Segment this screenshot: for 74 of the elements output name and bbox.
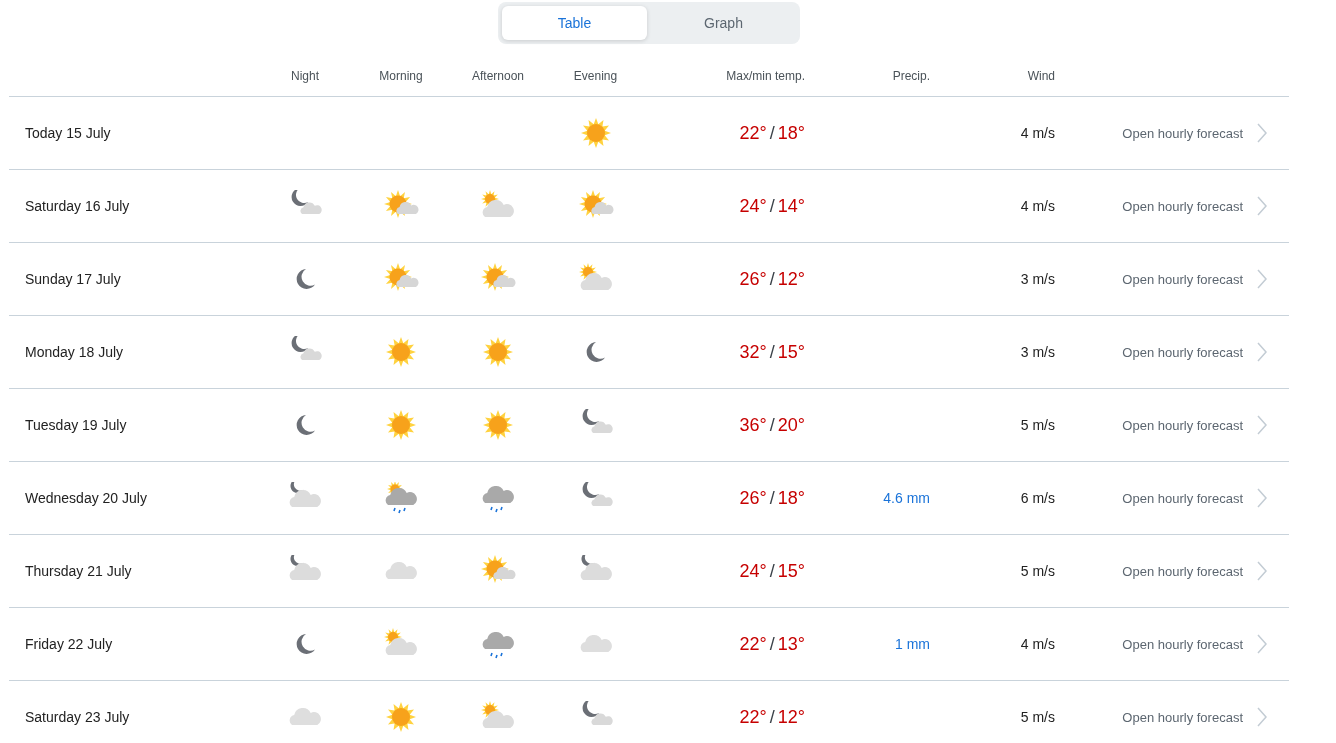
max-temperature: 22°: [739, 122, 767, 144]
hourly-forecast-link[interactable]: Open hourly forecast: [1122, 271, 1243, 287]
max-temperature: 36°: [739, 414, 767, 436]
precipitation-value: 1 mm: [895, 636, 930, 652]
chevron-right-icon[interactable]: [1257, 488, 1267, 508]
day-label: Monday 18 July: [24, 344, 125, 360]
chevron-right-icon[interactable]: [1257, 196, 1267, 216]
temperature-separator: /: [769, 268, 775, 290]
min-temperature: 14°: [777, 195, 805, 217]
column-header: Morning: [378, 69, 424, 83]
day-label: Saturday 23 July: [24, 709, 131, 725]
chevron-right-icon[interactable]: [1257, 415, 1267, 435]
min-temperature: 18°: [777, 122, 805, 144]
max-temperature: 26°: [739, 268, 767, 290]
min-temperature: 12°: [777, 268, 805, 290]
max-temperature: 26°: [739, 487, 767, 509]
wind-speed: 6 m/s: [1020, 490, 1055, 506]
max-temperature: 32°: [739, 341, 767, 363]
chevron-right-icon[interactable]: [1257, 342, 1267, 362]
max-temperature: 24°: [739, 560, 767, 582]
wind-speed: 5 m/s: [1020, 563, 1055, 579]
temperature-separator: /: [769, 414, 775, 436]
max-temperature: 22°: [739, 706, 767, 728]
temperature-separator: /: [769, 341, 775, 363]
wind-speed: 3 m/s: [1020, 344, 1055, 360]
day-label: Tuesday 19 July: [24, 417, 128, 433]
wind-speed: 3 m/s: [1020, 271, 1055, 287]
view-tab[interactable]: Table: [502, 6, 647, 40]
day-label: Friday 22 July: [24, 636, 114, 652]
day-label: Saturday 16 July: [24, 198, 131, 214]
chevron-right-icon[interactable]: [1257, 269, 1267, 289]
column-header: Afternoon: [470, 69, 525, 83]
hourly-forecast-link[interactable]: Open hourly forecast: [1122, 417, 1243, 433]
hourly-forecast-link[interactable]: Open hourly forecast: [1122, 563, 1243, 579]
column-header: Night: [290, 69, 320, 83]
hourly-forecast-link[interactable]: Open hourly forecast: [1122, 636, 1243, 652]
column-header: Evening: [572, 69, 619, 83]
hourly-forecast-link[interactable]: Open hourly forecast: [1122, 709, 1243, 725]
day-label: Thursday 21 July: [24, 563, 133, 579]
day-label: Sunday 17 July: [24, 271, 122, 287]
wind-speed: 4 m/s: [1020, 125, 1055, 141]
hourly-forecast-link[interactable]: Open hourly forecast: [1122, 344, 1243, 360]
day-label: Today 15 July: [24, 125, 112, 141]
wind-speed: 5 m/s: [1020, 417, 1055, 433]
hourly-forecast-link[interactable]: Open hourly forecast: [1122, 198, 1243, 214]
precipitation-value: 4.6 mm: [883, 490, 930, 506]
hourly-forecast-link[interactable]: Open hourly forecast: [1122, 490, 1243, 506]
temperature-separator: /: [769, 706, 775, 728]
min-temperature: 12°: [777, 706, 805, 728]
column-header: Precip.: [891, 69, 930, 83]
max-temperature: 22°: [739, 633, 767, 655]
temperature-separator: /: [769, 633, 775, 655]
temperature-separator: /: [769, 195, 775, 217]
min-temperature: 15°: [777, 560, 805, 582]
hourly-forecast-link[interactable]: Open hourly forecast: [1122, 125, 1243, 141]
view-tab[interactable]: Graph: [651, 6, 796, 40]
min-temperature: 18°: [777, 487, 805, 509]
temperature-separator: /: [769, 560, 775, 582]
day-label: Wednesday 20 July: [24, 490, 148, 506]
wind-speed: 5 m/s: [1020, 709, 1055, 725]
chevron-right-icon[interactable]: [1257, 123, 1267, 143]
min-temperature: 13°: [777, 633, 805, 655]
temperature-separator: /: [769, 122, 775, 144]
min-temperature: 15°: [777, 341, 805, 363]
column-header: Max/min temp.: [725, 69, 806, 83]
wind-speed: 4 m/s: [1020, 636, 1055, 652]
temperature-separator: /: [769, 487, 775, 509]
column-header: Wind: [1026, 69, 1055, 83]
min-temperature: 20°: [777, 414, 805, 436]
chevron-right-icon[interactable]: [1257, 707, 1267, 727]
max-temperature: 24°: [739, 195, 767, 217]
chevron-right-icon[interactable]: [1257, 561, 1267, 581]
chevron-right-icon[interactable]: [1257, 634, 1267, 654]
wind-speed: 4 m/s: [1020, 198, 1055, 214]
